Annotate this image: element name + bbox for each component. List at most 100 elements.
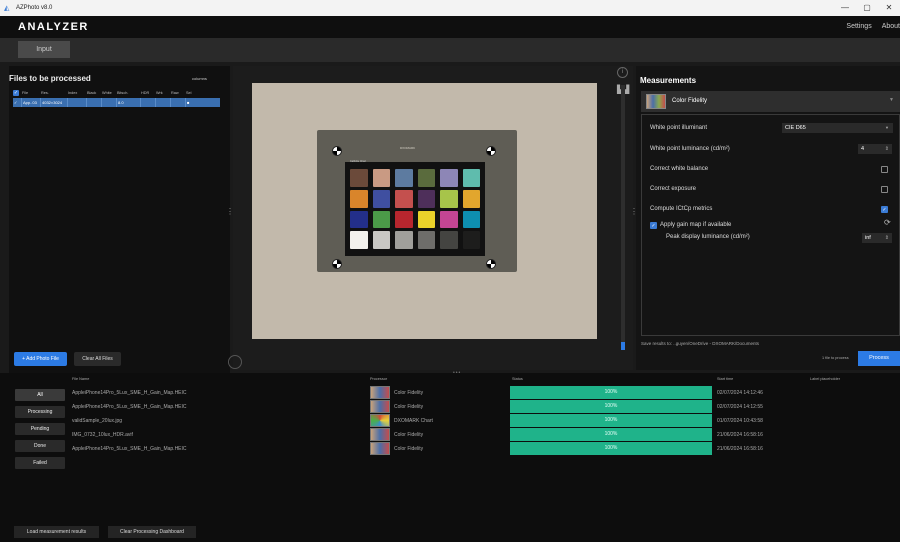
row-start-time: 02/07/2024 14:12:55: [717, 404, 763, 410]
row-checkbox[interactable]: ✓: [13, 98, 22, 107]
correct-wb-checkbox[interactable]: [881, 166, 888, 173]
clear-all-files-button[interactable]: Clear All Files: [74, 352, 121, 366]
color-patch: [350, 210, 368, 229]
top-nav: Settings About: [846, 23, 900, 30]
color-patch: [417, 169, 435, 187]
col-file[interactable]: File: [22, 91, 41, 95]
ictcp-checkbox[interactable]: ✓: [881, 206, 888, 213]
row-processor: Color Fidelity: [394, 432, 424, 438]
board-brand-label: DXOMARK: [400, 146, 416, 150]
color-patch: [372, 210, 390, 229]
input-tab-button[interactable]: Input: [18, 41, 70, 58]
row-processor: DXOMARK Chart: [394, 418, 433, 424]
filter-pending[interactable]: Pending: [15, 423, 65, 435]
files-table-header: ✓ File Res. Index Black White Bitsch. HD…: [13, 89, 220, 97]
col-header-label[interactable]: Label placeholder: [810, 377, 840, 383]
color-patch: [395, 231, 413, 249]
col-header-file-name[interactable]: File Name: [72, 377, 89, 383]
filter-done[interactable]: Done: [15, 440, 65, 452]
color-patch: [440, 231, 458, 249]
color-patch: [395, 169, 413, 187]
gain-map-checkbox[interactable]: ✓: [650, 222, 657, 229]
spin-arrows-icon[interactable]: ⇕: [885, 144, 889, 154]
row-start-time: 02/07/2024 14:12:46: [717, 390, 763, 396]
spin-arrows-icon[interactable]: ⇕: [885, 233, 889, 243]
measurement-select[interactable]: Color Fidelity ▼: [641, 91, 900, 112]
col-res[interactable]: Res.: [41, 91, 68, 95]
row-file: App..03: [22, 98, 41, 107]
luminance-spinbox[interactable]: 4 ⇕: [858, 144, 892, 154]
color-patch: [350, 231, 368, 249]
info-icon[interactable]: i: [617, 67, 628, 78]
left-resize-handle[interactable]: ⋮: [226, 208, 234, 216]
viewer-scrollbar-thumb[interactable]: [621, 342, 625, 350]
file-row[interactable]: ✓ App..03 4032×3024 8.0 ■: [13, 98, 220, 107]
minimize-button[interactable]: —: [834, 0, 856, 16]
process-button[interactable]: Process: [858, 351, 900, 366]
white-point-label: White point illuminant: [650, 125, 708, 131]
white-point-value: CIE D65: [785, 125, 806, 131]
save-results-path[interactable]: Save results to: ..guyen/OneDrive - DXOM…: [641, 341, 759, 346]
col-sel[interactable]: Sel: [186, 91, 196, 95]
col-hdr[interactable]: HDR: [141, 91, 156, 95]
filter-failed[interactable]: Failed: [15, 457, 65, 469]
nav-settings[interactable]: Settings: [846, 23, 871, 30]
refresh-icon[interactable]: ⟳: [884, 218, 891, 227]
color-patch: [372, 169, 390, 187]
load-measurement-results-button[interactable]: Load measurement results: [14, 526, 99, 538]
columns-link[interactable]: columns: [192, 76, 207, 81]
row-status-bar: 100%: [510, 386, 712, 399]
col-index[interactable]: Index: [68, 91, 87, 95]
col-white[interactable]: White: [102, 91, 117, 95]
viewer-scrollbar[interactable]: [621, 85, 625, 350]
clear-processing-dashboard-button[interactable]: Clear Processing Dashboard: [108, 526, 196, 538]
luminance-label: White point luminance (cd/m²): [650, 146, 730, 152]
color-fidelity-icon: [370, 400, 390, 413]
zoom-icon[interactable]: [228, 355, 242, 369]
row-start-time: 21/06/2024 16:58:16: [717, 446, 763, 452]
row-processor: Color Fidelity: [394, 446, 424, 452]
dxomark-chart-icon: [370, 414, 390, 427]
col-black[interactable]: Black: [87, 91, 102, 95]
peak-luminance-spinbox[interactable]: inf ⇕: [862, 233, 892, 243]
filter-all[interactable]: All: [15, 389, 65, 401]
color-patch: [417, 210, 435, 229]
processing-dashboard: [0, 373, 900, 542]
row-index: [68, 98, 87, 107]
fiducial-marker-icon: [486, 259, 496, 269]
color-fidelity-icon: [370, 442, 390, 455]
row-white: [102, 98, 117, 107]
nav-about[interactable]: About: [882, 23, 900, 30]
col-header-processor[interactable]: Processor: [370, 377, 387, 383]
row-file-name: AppleiPhone14Pro_5Lux_SME_H_Gain_Map.HEI…: [72, 404, 187, 410]
maximize-button[interactable]: ▢: [856, 0, 878, 16]
row-processor: Color Fidelity: [394, 404, 424, 410]
color-fidelity-thumbnail-icon: [646, 94, 666, 109]
col-header-status[interactable]: Status: [512, 377, 523, 383]
fiducial-marker-icon: [332, 146, 342, 156]
col-wrk[interactable]: Wrk: [156, 91, 171, 95]
col-bitsch[interactable]: Bitsch.: [117, 91, 141, 95]
correct-exposure-label: Correct exposure: [650, 186, 697, 192]
files-panel-title: Files to be processed: [9, 74, 91, 83]
color-patch: [440, 189, 458, 208]
add-photo-file-button[interactable]: + Add Photo File: [14, 352, 67, 366]
white-point-dropdown[interactable]: CIE D65 ▼: [782, 123, 893, 133]
chevron-down-icon: ▼: [889, 97, 894, 103]
row-res: 4032×3024: [41, 98, 68, 107]
close-button[interactable]: ✕: [878, 0, 900, 16]
color-patch: [417, 189, 435, 208]
row-sel[interactable]: ■: [186, 98, 196, 107]
col-raw[interactable]: Raw: [171, 91, 186, 95]
filter-processing[interactable]: Processing: [15, 406, 65, 418]
correct-exposure-checkbox[interactable]: [881, 186, 888, 193]
peak-luminance-label: Peak display luminance (cd/m²): [666, 234, 750, 240]
row-status-bar: 100%: [510, 428, 712, 441]
row-raw: [171, 98, 186, 107]
select-all-checkbox[interactable]: ✓: [13, 89, 22, 97]
color-patch: [395, 210, 413, 229]
color-patch: [440, 169, 458, 187]
color-patch: [440, 210, 458, 229]
col-header-start-time[interactable]: Start time: [717, 377, 733, 383]
fiducial-marker-icon: [332, 259, 342, 269]
